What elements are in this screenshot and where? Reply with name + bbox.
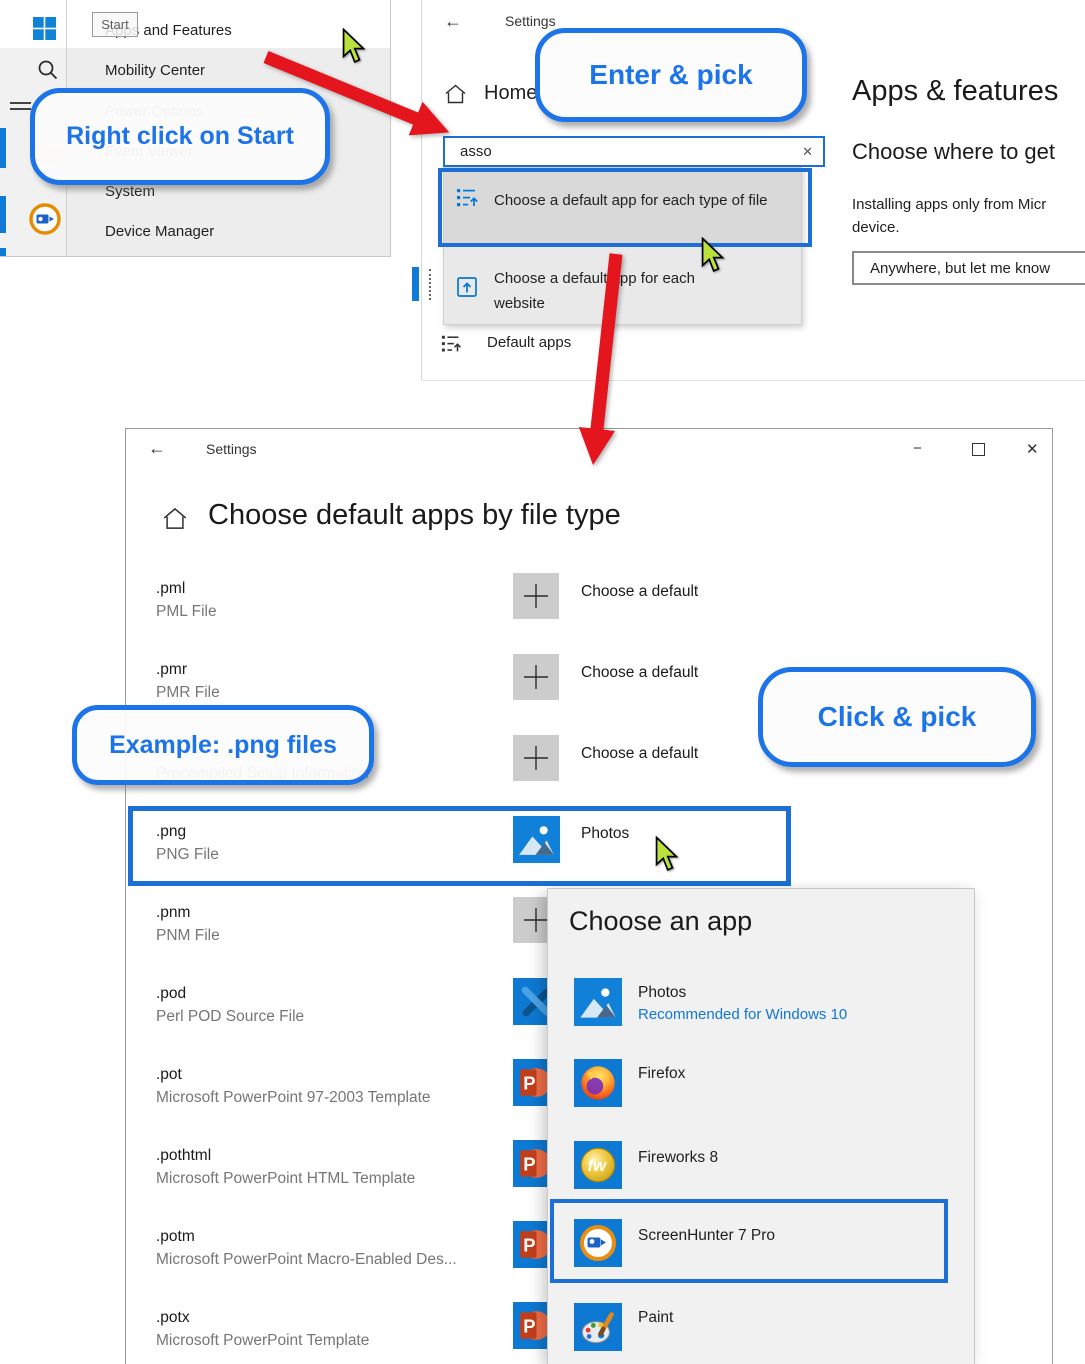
search-icon[interactable] xyxy=(37,59,59,81)
home-icon[interactable] xyxy=(444,83,467,105)
callout-example-png: Example: .png files xyxy=(72,705,374,785)
window-title: Settings xyxy=(206,441,257,457)
filetype-ext: .pot xyxy=(156,1066,182,1084)
mouse-cursor xyxy=(700,237,726,273)
filetype-desc: PML File xyxy=(156,603,217,621)
choose-default-button[interactable] xyxy=(513,573,559,619)
filetype-ext: .pod xyxy=(156,985,186,1003)
fireworks-app-icon[interactable]: fw xyxy=(574,1141,622,1189)
filetype-ext: .pnm xyxy=(156,904,190,922)
choose-default-label[interactable]: Choose a default xyxy=(581,664,698,682)
choose-default-label[interactable]: Choose a default xyxy=(581,745,698,763)
svg-text:P: P xyxy=(523,1073,535,1094)
back-arrow[interactable]: ← xyxy=(444,11,462,32)
close-button[interactable]: ✕ xyxy=(1026,440,1039,458)
filetype-desc: PNM File xyxy=(156,927,220,945)
installing-apps-text: Installing apps only from Micr xyxy=(852,196,1046,213)
default-apps-label[interactable]: Default apps xyxy=(487,334,571,351)
search-value: asso xyxy=(460,143,802,160)
window-title: Settings xyxy=(505,13,556,29)
app-option-photos[interactable]: Photos xyxy=(638,984,686,1002)
highlight-box-screenhunter xyxy=(550,1199,948,1283)
default-apps-icon xyxy=(441,333,463,355)
clear-search-icon[interactable]: ✕ xyxy=(802,144,813,160)
default-apps-website-icon xyxy=(456,276,478,298)
filetype-ext: .pothtml xyxy=(156,1147,211,1165)
hamburger-icon[interactable] xyxy=(10,102,32,114)
taskbar-accent-bar xyxy=(0,196,6,233)
home-label[interactable]: Home xyxy=(484,82,537,105)
svg-text:fw: fw xyxy=(588,1156,608,1175)
callout-click-pick: Click & pick xyxy=(758,667,1036,767)
app-option-fireworks[interactable]: Fireworks 8 xyxy=(638,1149,718,1167)
app-option-firefox[interactable]: Firefox xyxy=(638,1065,685,1083)
filetype-ext: .potm xyxy=(156,1228,195,1246)
search-result-website-label[interactable]: Choose a default app for each website xyxy=(494,266,734,316)
svg-text:P: P xyxy=(523,1154,535,1175)
choose-where-subheading: Choose where to get xyxy=(852,139,1055,165)
start-button-icon[interactable] xyxy=(33,17,56,40)
filetype-desc: Microsoft PowerPoint 97-2003 Template xyxy=(156,1089,431,1107)
app-source-select-value: Anywhere, but let me know xyxy=(870,260,1050,277)
nav-selected-indicator xyxy=(412,267,419,301)
minimize-button[interactable]: − xyxy=(913,440,922,457)
filetype-ext: .pmr xyxy=(156,661,187,679)
menu-item-device-manager[interactable]: Device Manager xyxy=(105,223,214,240)
callout-right-click-start: Right click on Start xyxy=(30,88,330,185)
installing-apps-text2: device. xyxy=(852,219,900,236)
start-tooltip: Start xyxy=(92,12,138,37)
mouse-cursor xyxy=(341,28,367,64)
choose-default-button[interactable] xyxy=(513,654,559,700)
maximize-button[interactable] xyxy=(972,443,985,456)
choose-app-popup: Choose an app Photos Recommended for Win… xyxy=(547,888,975,1364)
popup-title: Choose an app xyxy=(569,906,752,937)
filetype-desc: Microsoft PowerPoint Macro-Enabled Des..… xyxy=(156,1251,457,1269)
menu-item-mobility-center[interactable]: Mobility Center xyxy=(105,62,205,79)
svg-text:P: P xyxy=(523,1235,535,1256)
search-result-file-type-label[interactable]: Choose a default app for each type of fi… xyxy=(494,188,784,213)
app-option-photos-note: Recommended for Windows 10 xyxy=(638,1006,847,1023)
firefox-app-icon[interactable] xyxy=(574,1059,622,1107)
default-apps-file-icon xyxy=(456,186,480,210)
page-title: Choose default apps by file type xyxy=(208,499,621,532)
taskbar-accent-bar xyxy=(0,128,6,168)
svg-text:P: P xyxy=(523,1316,535,1337)
settings-search-input[interactable]: asso ✕ xyxy=(443,136,825,167)
menu-item-system[interactable]: System xyxy=(105,183,155,200)
focus-outline xyxy=(429,269,431,300)
apps-features-heading: Apps & features xyxy=(852,75,1058,108)
choose-default-button[interactable] xyxy=(513,735,559,781)
mouse-cursor xyxy=(654,836,680,872)
back-arrow[interactable]: ← xyxy=(148,438,166,459)
app-source-select[interactable]: Anywhere, but let me know xyxy=(852,251,1085,285)
screenhunter-taskbar-icon[interactable] xyxy=(28,202,62,236)
filetype-ext: .potx xyxy=(156,1309,190,1327)
home-icon xyxy=(162,506,188,531)
taskbar-accent-bar xyxy=(0,248,6,256)
highlight-box-png-row xyxy=(128,806,791,886)
filetype-desc: Microsoft PowerPoint HTML Template xyxy=(156,1170,415,1188)
filetype-desc: Microsoft PowerPoint Template xyxy=(156,1332,369,1350)
filetype-ext: .pml xyxy=(156,580,185,598)
app-option-paint[interactable]: Paint xyxy=(638,1309,673,1327)
photos-app-icon[interactable] xyxy=(574,978,622,1026)
filetype-desc: PMR File xyxy=(156,684,220,702)
filetype-desc: Perl POD Source File xyxy=(156,1008,304,1026)
paint-app-icon[interactable] xyxy=(574,1303,622,1351)
choose-default-label[interactable]: Choose a default xyxy=(581,583,698,601)
callout-enter-pick: Enter & pick xyxy=(535,28,807,122)
